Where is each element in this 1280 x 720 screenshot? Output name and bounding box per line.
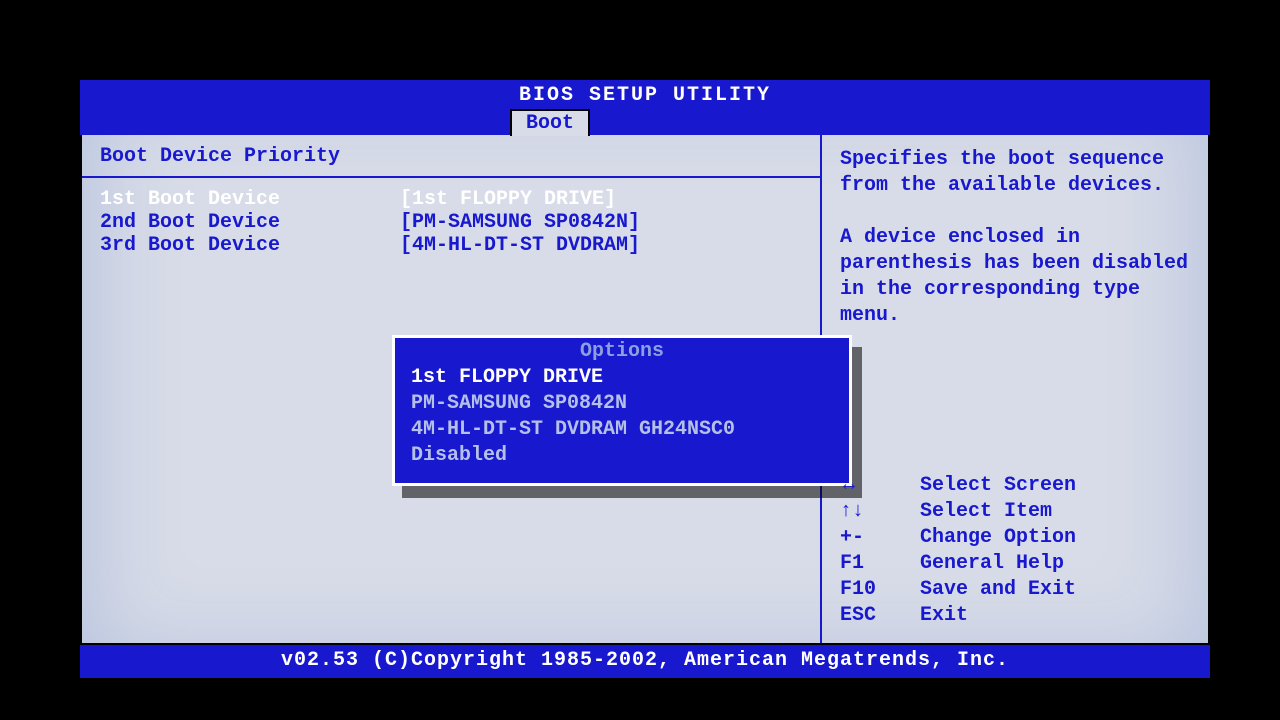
- option-label: 4M-HL-DT-ST DVDRAM GH24NSC0: [411, 418, 735, 441]
- option-item-4[interactable]: Disabled: [395, 443, 849, 469]
- option-label: PM-SAMSUNG SP0842N: [411, 392, 627, 415]
- options-popup-title: Options: [395, 338, 849, 365]
- tab-label: Boot: [526, 112, 574, 135]
- options-popup: Options 1st FLOPPY DRIVE PM-SAMSUNG SP08…: [392, 335, 852, 486]
- help-description: Specifies the boot sequence from the ava…: [840, 147, 1194, 329]
- help-row: ↑↓ Select Item: [840, 499, 1198, 525]
- option-item-2[interactable]: PM-SAMSUNG SP0842N: [395, 391, 849, 417]
- option-item-1[interactable]: 1st FLOPPY DRIVE: [395, 365, 849, 391]
- section-divider: [82, 176, 820, 178]
- help-pane: Specifies the boot sequence from the ava…: [822, 135, 1208, 643]
- title-bar: BIOS SETUP UTILITY: [80, 80, 1210, 109]
- help-key: F1: [840, 551, 920, 577]
- left-pane: Boot Device Priority 1st Boot Device [1s…: [82, 135, 822, 643]
- left-right-arrow-icon: ↔: [840, 473, 858, 499]
- option-item-3[interactable]: 4M-HL-DT-ST DVDRAM GH24NSC0: [395, 417, 849, 443]
- help-row: ESC Exit: [840, 603, 1198, 629]
- help-action: Select Item: [920, 499, 1052, 525]
- tab-row: Boot: [80, 109, 1210, 135]
- boot-label: 1st Boot Device: [100, 188, 400, 211]
- section-title: Boot Device Priority: [82, 135, 820, 176]
- help-key: ↔: [840, 473, 920, 499]
- boot-value: [PM-SAMSUNG SP0842N]: [400, 211, 802, 234]
- boot-value: [1st FLOPPY DRIVE]: [400, 188, 802, 211]
- footer-text: v02.53 (C)Copyright 1985-2002, American …: [281, 649, 1009, 672]
- help-row: +- Change Option: [840, 525, 1198, 551]
- help-key: ESC: [840, 603, 920, 629]
- help-key: F10: [840, 577, 920, 603]
- boot-device-row-3[interactable]: 3rd Boot Device [4M-HL-DT-ST DVDRAM]: [100, 234, 802, 257]
- help-key: +-: [840, 525, 920, 551]
- help-row: ↔ Select Screen: [840, 473, 1198, 499]
- boot-device-row-2[interactable]: 2nd Boot Device [PM-SAMSUNG SP0842N]: [100, 211, 802, 234]
- tab-boot[interactable]: Boot: [510, 109, 590, 136]
- help-action: Exit: [920, 603, 968, 629]
- footer-bar: v02.53 (C)Copyright 1985-2002, American …: [80, 645, 1210, 678]
- boot-label: 2nd Boot Device: [100, 211, 400, 234]
- boot-device-list: 1st Boot Device [1st FLOPPY DRIVE] 2nd B…: [82, 184, 820, 261]
- help-action: Save and Exit: [920, 577, 1076, 603]
- option-label: Disabled: [411, 444, 507, 467]
- bios-screen: BIOS SETUP UTILITY Boot Boot Device Prio…: [80, 80, 1210, 670]
- boot-label: 3rd Boot Device: [100, 234, 400, 257]
- boot-device-row-1[interactable]: 1st Boot Device [1st FLOPPY DRIVE]: [100, 188, 802, 211]
- bios-title: BIOS SETUP UTILITY: [519, 84, 771, 107]
- help-row: F10 Save and Exit: [840, 577, 1198, 603]
- help-key: ↑↓: [840, 499, 920, 525]
- help-keys: ↔ Select Screen ↑↓ Select Item +- Change…: [840, 473, 1198, 629]
- help-action: General Help: [920, 551, 1064, 577]
- main-frame: Boot Device Priority 1st Boot Device [1s…: [80, 135, 1210, 645]
- up-down-arrow-icon: ↑↓: [840, 499, 858, 525]
- option-label: 1st FLOPPY DRIVE: [411, 366, 603, 389]
- help-action: Change Option: [920, 525, 1076, 551]
- help-action: Select Screen: [920, 473, 1076, 499]
- boot-value: [4M-HL-DT-ST DVDRAM]: [400, 234, 802, 257]
- help-row: F1 General Help: [840, 551, 1198, 577]
